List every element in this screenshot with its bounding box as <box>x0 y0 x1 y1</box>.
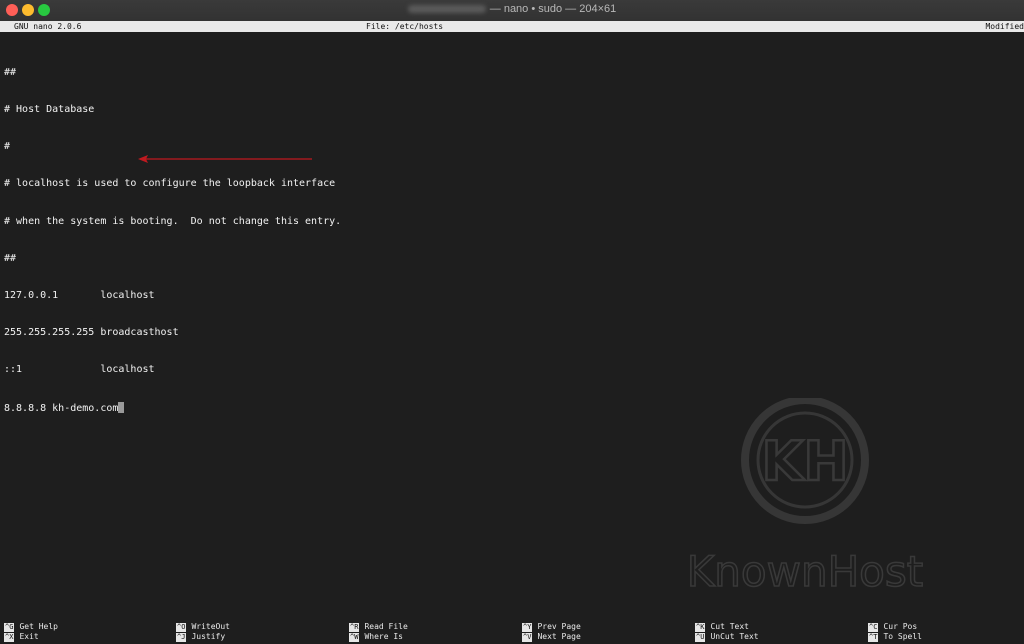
shortcut-read-file[interactable]: ^R Read File <box>349 622 408 632</box>
shortcut-key: ^O <box>176 623 187 632</box>
shortcut-label: Where Is <box>364 632 403 641</box>
terminal-window: — nano • sudo — 204×61 GNU nano 2.0.6 Fi… <box>0 0 1024 644</box>
shortcut-label: Prev Page <box>537 622 581 631</box>
blurred-hostname <box>407 5 486 14</box>
editor-line-current[interactable]: 8.8.8.8 kh-demo.com <box>4 401 341 414</box>
shortcut-label: Next Page <box>537 632 581 641</box>
nano-header-bar: GNU nano 2.0.6 File: /etc/hosts Modified <box>0 21 1024 32</box>
shortcut-label: Cur Pos <box>883 622 918 631</box>
shortcut-to-spell[interactable]: ^T To Spell <box>868 632 922 642</box>
shortcut-label: Exit <box>19 632 39 641</box>
editor-area[interactable]: ## # Host Database # # localhost is used… <box>4 42 341 439</box>
shortcut-key: ^Y <box>522 623 533 632</box>
editor-line: # when the system is booting. Do not cha… <box>4 215 342 227</box>
modified-status: Modified <box>985 22 1024 31</box>
shortcut-next-page[interactable]: ^V Next Page <box>522 632 581 642</box>
shortcut-get-help[interactable]: ^G Get Help <box>4 622 58 632</box>
shortcut-label: WriteOut <box>191 622 230 631</box>
editor-line: # localhost is used to configure the loo… <box>4 178 336 190</box>
shortcut-label: Cut Text <box>710 622 749 631</box>
window-title: — nano • sudo — 204×61 <box>0 3 1024 15</box>
shortcut-uncut-text[interactable]: ^U UnCut Text <box>695 632 759 642</box>
watermark-logo-text: KH <box>761 430 848 493</box>
editor-line: 127.0.0.1 localhost <box>4 290 155 302</box>
shortcut-key: ^K <box>695 623 706 632</box>
shortcut-key: ^C <box>868 623 879 632</box>
watermark-brand-text: KnownHost <box>687 547 923 596</box>
knownhost-watermark-logo: KH KnownHost <box>686 398 924 597</box>
shortcut-key: ^R <box>349 623 360 632</box>
shortcut-cur-pos[interactable]: ^C Cur Pos <box>868 622 917 632</box>
shortcut-exit[interactable]: ^X Exit <box>4 632 39 642</box>
editor-line: # Host Database <box>4 104 95 116</box>
shortcut-key: ^X <box>4 633 15 642</box>
editor-line: ::1 localhost <box>4 364 155 376</box>
editor-line: ## <box>4 252 17 264</box>
shortcut-label: Justify <box>191 632 226 641</box>
shortcut-writeout[interactable]: ^O WriteOut <box>176 622 230 632</box>
shortcut-label: Get Help <box>19 622 58 631</box>
shortcut-label: To Spell <box>883 632 922 641</box>
editor-line: 255.255.255.255 broadcasthost <box>4 327 179 339</box>
editor-line: ## <box>4 66 17 78</box>
shortcut-key: ^U <box>695 633 706 642</box>
window-title-text: — nano • sudo — 204×61 <box>489 3 617 15</box>
shortcut-label: UnCut Text <box>710 632 759 641</box>
shortcut-where-is[interactable]: ^W Where Is <box>349 632 403 642</box>
shortcut-prev-page[interactable]: ^Y Prev Page <box>522 622 581 632</box>
shortcut-cut-text[interactable]: ^K Cut Text <box>695 622 749 632</box>
editor-line-text: 8.8.8.8 kh-demo.com <box>4 402 119 414</box>
nano-version: GNU nano 2.0.6 <box>14 22 82 31</box>
shortcut-label: Read File <box>364 622 408 631</box>
shortcut-key: ^T <box>868 633 879 642</box>
shortcut-key: ^V <box>522 633 533 642</box>
title-bar[interactable]: — nano • sudo — 204×61 <box>0 0 1024 22</box>
shortcut-key: ^W <box>349 633 360 642</box>
shortcut-key: ^J <box>176 633 187 642</box>
annotation-arrow-icon <box>138 155 312 163</box>
shortcut-key: ^G <box>4 623 15 632</box>
shortcut-justify[interactable]: ^J Justify <box>176 632 225 642</box>
text-cursor <box>118 401 125 413</box>
file-name: File: /etc/hosts <box>366 22 444 31</box>
